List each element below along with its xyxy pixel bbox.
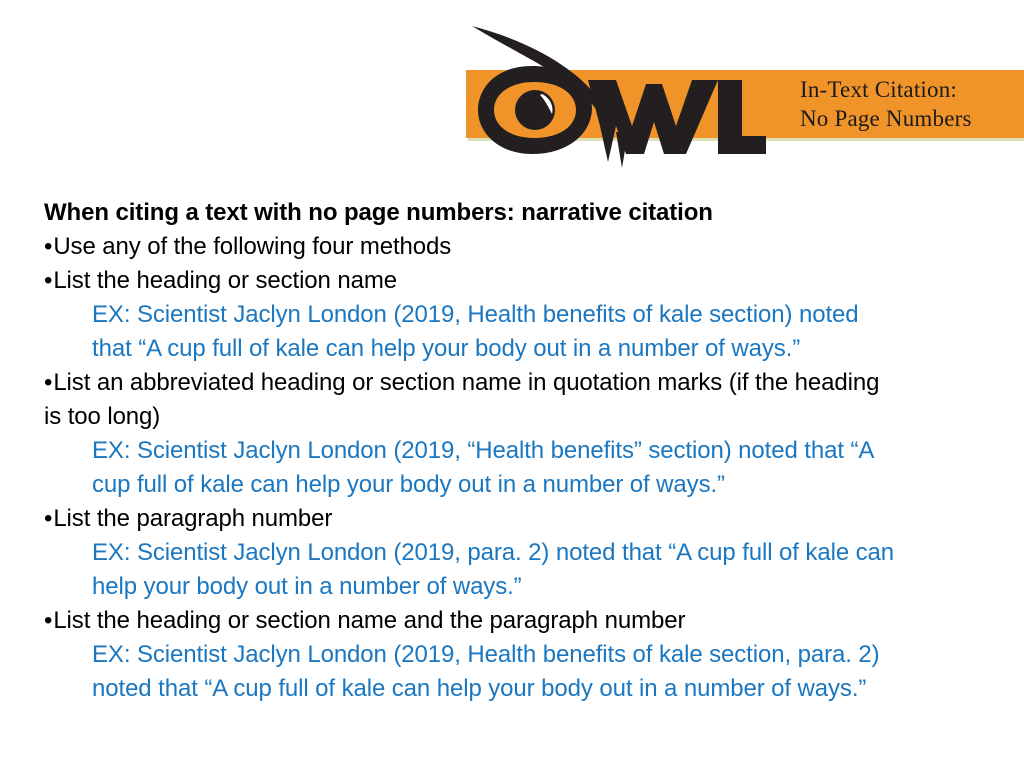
ex-3-line-1: EX: Scientist Jaclyn London (2019, para.… — [92, 539, 895, 566]
bullet-list-heading: •List the heading or section name — [0, 264, 1024, 298]
bullet-glyph-icon: • — [44, 607, 53, 634]
bullet-list-heading-text: List the heading or section name — [53, 267, 397, 294]
bullet-heading-and-paragraph: •List the heading or section name and th… — [0, 604, 1024, 638]
bullet-abbreviated-text: List an abbreviated heading or section n… — [53, 369, 880, 396]
bullet-use-any-text: Use any of the following four methods — [53, 233, 452, 260]
banner-title: In-Text Citation: No Page Numbers — [800, 72, 1024, 136]
bullet-glyph-icon: • — [44, 233, 53, 260]
ex-1-line-2: that “A cup full of kale can help your b… — [92, 335, 801, 362]
banner-title-line-1: In-Text Citation: — [800, 77, 958, 102]
bullet-abbreviated-cont: is too long) — [44, 403, 161, 430]
ex-4-line-1: EX: Scientist Jaclyn London (2019, Healt… — [92, 641, 880, 668]
banner-title-line-2: No Page Numbers — [800, 106, 972, 131]
bullet-paragraph-number: •List the paragraph number — [0, 502, 1024, 536]
bullet-glyph-icon: • — [44, 505, 53, 532]
page-title: When citing a text with no page numbers:… — [44, 199, 713, 226]
bullet-glyph-icon: • — [44, 369, 53, 396]
bullet-abbreviated: •List an abbreviated heading or section … — [0, 366, 1024, 400]
slide-content: When citing a text with no page numbers:… — [0, 196, 1024, 706]
ex-3-line-2: help your body out in a number of ways.” — [92, 573, 522, 600]
ex-2-line-2: cup full of kale can help your body out … — [92, 471, 725, 498]
bullet-use-any: •Use any of the following four methods — [0, 230, 1024, 264]
ex-2-line-1: EX: Scientist Jaclyn London (2019, “Heal… — [92, 437, 875, 464]
ex-1-line-1: EX: Scientist Jaclyn London (2019, Healt… — [92, 301, 859, 328]
content-line-list: •Use any of the following four methods •L… — [0, 230, 1024, 706]
bullet-glyph-icon: • — [44, 267, 53, 294]
ex-4-line-2: noted that “A cup full of kale can help … — [92, 675, 867, 702]
bullet-paragraph-number-text: List the paragraph number — [53, 505, 333, 532]
bullet-heading-and-paragraph-text: List the heading or section name and the… — [53, 607, 686, 634]
